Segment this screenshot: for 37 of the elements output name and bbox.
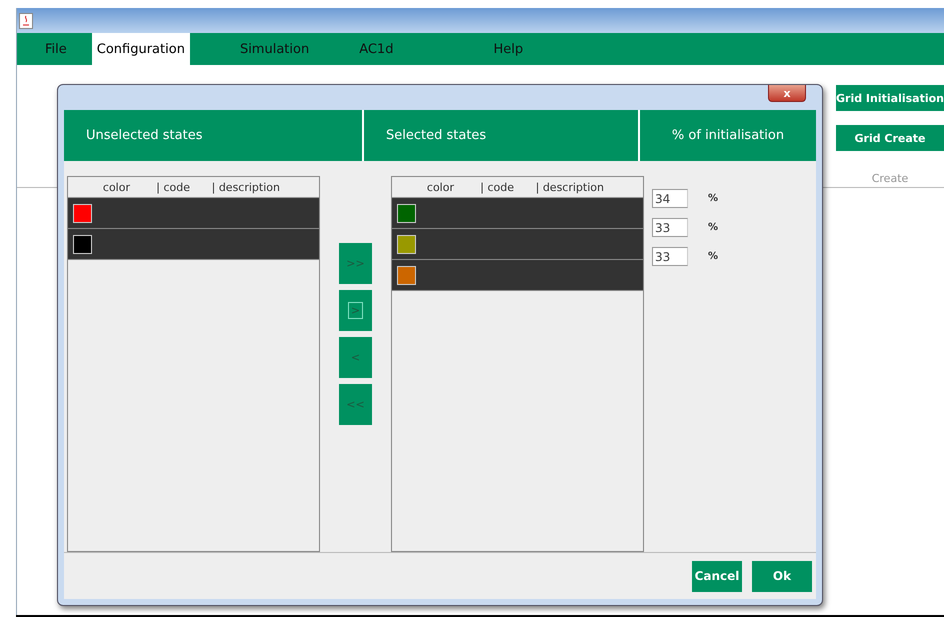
column-header: | description — [210, 180, 280, 194]
state-row[interactable] — [392, 260, 643, 291]
state-list[interactable]: color | code | description — [391, 176, 644, 552]
percent-sign: % — [708, 193, 718, 204]
menu-item[interactable]: File — [25, 33, 92, 65]
dialog-button[interactable]: Ok — [752, 560, 812, 592]
side-button[interactable]: Grid Initialisation — [836, 85, 944, 111]
column-header: | description — [534, 180, 604, 194]
column-header: | code — [479, 180, 514, 194]
state-row[interactable] — [68, 229, 319, 260]
state-row[interactable] — [68, 198, 319, 229]
focus-outline: << — [345, 397, 366, 413]
percent-field[interactable]: 33 — [652, 218, 688, 237]
percent-sign: % — [708, 251, 718, 262]
column-header: | code — [155, 180, 190, 194]
percent-field[interactable]: 34 — [652, 189, 688, 208]
close-button[interactable]: x — [768, 85, 806, 102]
menu-item[interactable]: Simulation — [190, 33, 360, 65]
column-title: Unselected states — [86, 128, 202, 143]
column-header: color — [426, 180, 454, 194]
focus-outline: > — [348, 302, 364, 319]
column-title: Selected states — [386, 128, 486, 143]
column-title: % of initialisation — [672, 128, 784, 143]
menu-item[interactable]: Help — [443, 33, 524, 65]
app-icon — [19, 12, 33, 28]
side-button[interactable]: Grid Create — [836, 125, 944, 151]
state-row[interactable] — [392, 229, 643, 260]
menu-item[interactable]: AC1d — [359, 33, 444, 65]
state-list[interactable]: color | code | description — [67, 176, 320, 552]
focus-outline: >> — [345, 256, 366, 272]
percent-sign: % — [708, 222, 718, 233]
dialog-button[interactable]: Cancel — [692, 560, 742, 592]
state-row[interactable] — [392, 198, 643, 229]
menu-item[interactable]: Configuration — [92, 33, 190, 65]
percent-field[interactable]: 33 — [652, 247, 688, 266]
column-header: color — [102, 180, 130, 194]
focus-outline: < — [350, 350, 362, 366]
